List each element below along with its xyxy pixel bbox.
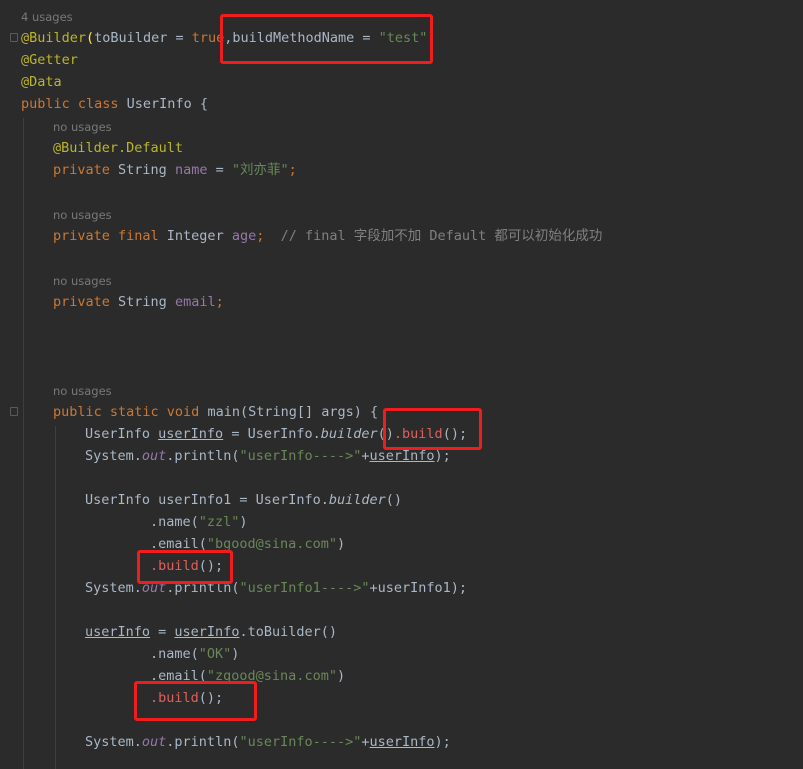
fold-marker-icon[interactable]	[10, 407, 18, 416]
code-editor[interactable]: 4 usages @Builder(toBuilder = true,build…	[0, 0, 803, 769]
code-line-name-zzl: .name("zzl")	[150, 514, 248, 530]
fold-marker-icon[interactable]	[10, 33, 18, 42]
highlight-box-build-method-name	[220, 14, 433, 64]
code-line-name-ok: .name("OK")	[150, 646, 240, 662]
main-usages-hint[interactable]: no usages	[53, 382, 112, 400]
indent-guide	[23, 118, 24, 769]
class-usages-hint[interactable]: 4 usages	[21, 8, 73, 26]
code-line-getter-annotation: @Getter	[21, 52, 78, 68]
code-line-age-field: private final Integer age; // final 字段加不…	[53, 228, 603, 244]
code-line-tobuilder: userInfo = userInfo.toBuilder()	[85, 624, 337, 640]
editor-gutter	[0, 0, 18, 769]
email-usages-hint[interactable]: no usages	[53, 272, 112, 290]
code-line-class-declaration: public class UserInfo {	[21, 96, 208, 112]
code-line-println-userinfo-final: System.out.println("userInfo---->"+userI…	[85, 734, 451, 750]
code-line-data-annotation: @Data	[21, 74, 62, 90]
age-usages-hint[interactable]: no usages	[53, 206, 112, 224]
code-line-userinfo1-builder: UserInfo userInfo1 = UserInfo.builder()	[85, 492, 403, 508]
highlight-box-build-call-2	[137, 550, 233, 584]
code-line-name-field: private String name = "刘亦菲";	[53, 162, 297, 178]
code-line-main-method: public static void main(String[] args) {	[53, 404, 379, 420]
code-line-email-field: private String email;	[53, 294, 224, 310]
highlight-box-build-call-3	[134, 681, 257, 721]
highlight-box-build-call-1	[383, 408, 482, 450]
name-usages-hint[interactable]: no usages	[53, 118, 112, 136]
annotation-token: @Builder	[21, 30, 87, 46]
code-line-builder-default: @Builder.Default	[53, 140, 184, 156]
indent-guide	[55, 426, 56, 769]
code-comment: // final 字段加不加 Default 都可以初始化成功	[280, 228, 603, 244]
